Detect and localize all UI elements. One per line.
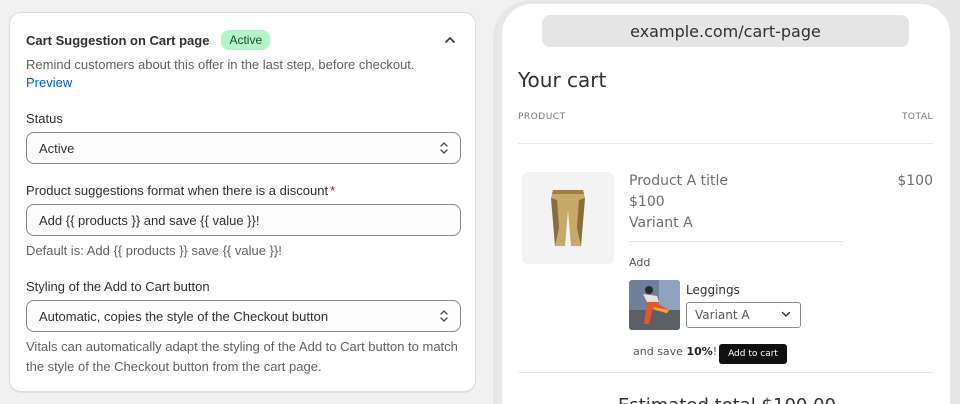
required-marker: * [330,183,336,198]
cart-suggestion-settings-card: Cart Suggestion on Cart page Active Remi… [9,12,476,392]
item-divider [629,241,843,242]
styling-select-value: Automatic, copies the style of the Check… [39,308,329,324]
item-title: Product A title [629,173,729,189]
item-line-total: $100 [897,173,933,189]
cart-title: Your cart [518,68,607,92]
preview-link[interactable]: Preview [26,75,72,90]
suggestion-variant-select[interactable]: Variant A [686,302,801,328]
suggestion-name: Leggings [686,283,740,297]
total-divider [518,372,933,373]
url-bar: example.com/cart-page [542,15,909,47]
suggestion-variant-value: Variant A [695,308,750,322]
format-help-text: Default is: Add {{ products }} save {{ v… [26,243,282,258]
styling-label: Styling of the Add to Cart button [26,279,210,294]
add-to-cart-button[interactable]: Add to cart [719,344,787,364]
pants-image [551,190,585,246]
leggings-photo [629,280,680,330]
styling-select[interactable]: Automatic, copies the style of the Check… [26,300,461,332]
select-arrows-icon [440,310,448,322]
styling-help-text: Vitals can automatically adapt the styli… [26,339,458,374]
collapse-button[interactable] [441,31,459,49]
status-badge: Active [221,30,271,50]
status-select-value: Active [39,140,75,156]
status-select[interactable]: Active [26,132,461,164]
card-title: Cart Suggestion on Cart page [26,32,210,48]
column-header-total: TOTAL [901,112,933,122]
format-input-value: Add {{ products }} and save {{ value }}! [39,212,260,228]
suggestion-image [629,280,680,330]
format-label-text: Product suggestions format when there is… [26,183,329,198]
save-value: 10% [686,345,713,358]
suggestion-save-text: and save 10%! [633,345,717,358]
divider [518,143,933,144]
card-header: Cart Suggestion on Cart page Active [26,30,271,50]
status-label: Status [26,111,63,126]
suggestion-add-label: Add [629,256,651,269]
estimated-total: Estimated total $100.00 [618,395,836,404]
item-variant: Variant A [629,215,693,231]
select-arrows-icon [440,142,448,154]
column-header-product: PRODUCT [518,112,566,122]
save-prefix: and save [633,345,687,358]
format-input[interactable]: Add {{ products }} and save {{ value }}! [26,204,461,236]
format-label: Product suggestions format when there is… [26,183,335,198]
item-price: $100 [629,194,665,210]
product-image [522,172,614,264]
chevron-up-icon [445,37,455,43]
save-suffix: ! [712,345,718,358]
chevron-down-icon [781,311,791,317]
card-description: Remind customers about this offer in the… [26,57,415,72]
